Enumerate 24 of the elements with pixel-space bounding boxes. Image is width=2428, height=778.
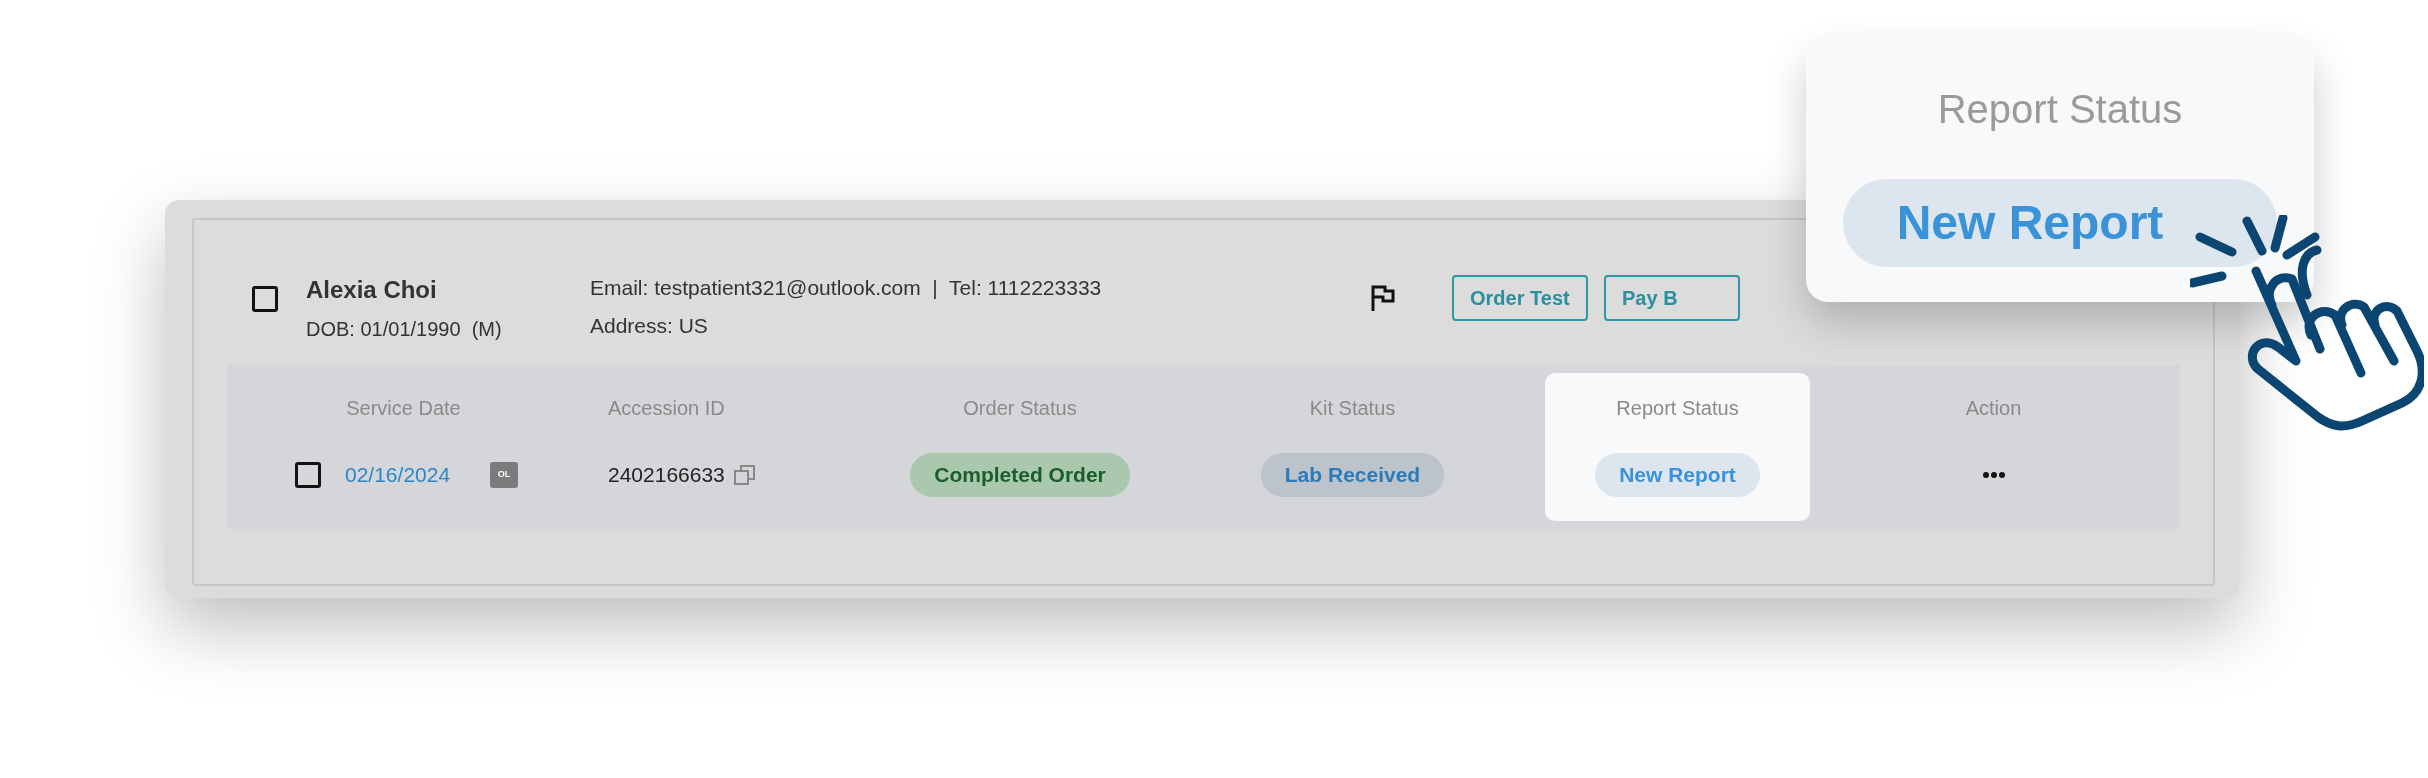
flag-icon[interactable] bbox=[1370, 284, 1396, 312]
column-header: Service Date bbox=[346, 396, 461, 421]
checkbox[interactable] bbox=[252, 286, 278, 312]
column-header: Report Status bbox=[1616, 396, 1739, 421]
patient-contact: Email: testpatient321@outlook.com | Tel: 1112223333 bbox=[590, 275, 1103, 301]
checkbox[interactable] bbox=[295, 462, 321, 488]
column-header: Action bbox=[1965, 396, 2022, 421]
callout-title: Report Status bbox=[1937, 86, 2183, 133]
column-header: Accession ID bbox=[608, 396, 725, 421]
action-button[interactable]: Pay B bbox=[1604, 275, 1740, 321]
patient-address: Address: US bbox=[590, 312, 709, 339]
accession-id: 2402166633 bbox=[608, 462, 725, 489]
column-header: Order Status bbox=[963, 396, 1077, 421]
more-icon[interactable] bbox=[1981, 471, 2006, 479]
patient-dob: DOB: 01/01/1990 (M) bbox=[306, 317, 503, 342]
status-pill: Lab Received bbox=[1260, 453, 1445, 497]
status-pill: New Report bbox=[1595, 453, 1760, 497]
service-date-link[interactable]: 02/16/2024 bbox=[345, 459, 451, 491]
order-badge: OL bbox=[490, 462, 519, 488]
patient-name: Alexia Choi bbox=[306, 275, 438, 305]
new-report-button[interactable]: New Report bbox=[1843, 179, 2277, 267]
column-header: Kit Status bbox=[1309, 396, 1396, 421]
status-pill: Completed Order bbox=[910, 453, 1130, 497]
action-button[interactable]: Order Test bbox=[1452, 275, 1588, 321]
